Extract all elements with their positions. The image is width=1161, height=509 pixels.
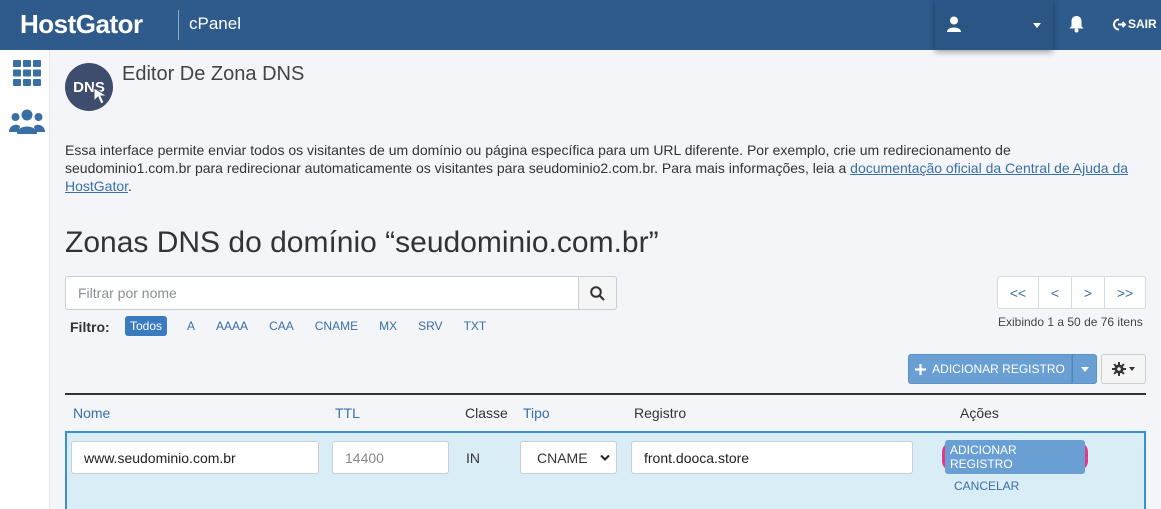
brand-divider [178,10,179,40]
add-record-label: ADICIONAR REGISTRO [932,362,1065,376]
users-icon[interactable] [9,108,45,138]
cancel-link[interactable]: CANCELAR [954,479,1019,493]
column-header-ttl[interactable]: TTL [335,405,360,421]
gear-icon [1112,362,1126,376]
plus-icon [915,363,927,375]
dns-app-icon: DNS [65,63,113,111]
column-header-name[interactable]: Nome [73,405,110,421]
chevron-down-icon [1033,23,1041,28]
logout-icon [1113,18,1126,30]
search-input[interactable] [65,276,578,310]
table-divider [65,393,1146,395]
page-description: Essa interface permite enviar todos os v… [65,141,1140,195]
column-header-type[interactable]: Tipo [523,405,550,421]
apps-grid-icon[interactable] [13,60,41,90]
description-end: . [128,178,132,194]
filter-list: Todos A AAAA CAA CNAME MX SRV TXT [125,316,497,336]
user-menu[interactable] [935,0,1053,50]
record-type-select[interactable]: CNAME [520,441,617,474]
filter-srv[interactable]: SRV [408,316,452,336]
filter-caa[interactable]: CAA [259,316,304,336]
search-icon [590,285,605,301]
column-header-class: Classe [465,405,508,421]
bell-icon[interactable] [1068,15,1085,37]
chevron-down-icon [1080,366,1089,372]
page-next-button[interactable]: > [1072,276,1105,309]
filter-a[interactable]: A [177,316,205,336]
save-record-button[interactable]: ADICIONAR REGISTRO [942,439,1088,474]
filter-all[interactable]: Todos [125,316,168,336]
save-record-label: ADICIONAR REGISTRO [945,439,1085,474]
column-header-record: Registro [634,405,687,421]
filter-label: Filtro: [70,319,110,335]
page-prev-button[interactable]: < [1039,276,1072,309]
logout-button[interactable]: SAIR [1113,17,1157,31]
record-ttl-input[interactable]: 14400 [332,441,449,474]
pagination-summary: Exibindo 1 a 50 de 76 itens [998,315,1143,329]
column-header-actions: Ações [960,405,999,421]
chevron-down-icon [600,454,610,461]
filter-cname[interactable]: CNAME [305,316,368,336]
search-button[interactable] [578,276,617,310]
zone-heading: Zonas DNS do domínio “seudominio.com.br” [65,226,659,259]
top-bar: HostGator cPanel SAIR [0,0,1161,50]
sidebar [0,50,50,509]
filter-txt[interactable]: TXT [454,316,497,336]
add-record-button[interactable]: ADICIONAR REGISTRO [908,354,1072,384]
pagination: << < > >> [997,276,1146,309]
record-value-input[interactable]: front.dooca.store [631,441,913,474]
chevron-down-icon [1129,367,1135,371]
settings-dropdown-button[interactable] [1101,354,1146,384]
pointer-icon [93,87,109,105]
filter-mx[interactable]: MX [369,316,407,336]
add-record-dropdown[interactable] [1072,354,1097,384]
brand-logo[interactable]: HostGator [20,9,143,40]
add-record-split-button: ADICIONAR REGISTRO [908,354,1097,384]
product-name: cPanel [189,14,241,33]
logout-label: SAIR [1128,17,1157,31]
page-first-button[interactable]: << [997,276,1039,309]
page-last-button[interactable]: >> [1105,276,1146,309]
record-class: IN [466,450,480,466]
filter-aaaa[interactable]: AAAA [206,316,258,336]
search-bar [65,276,617,310]
user-icon [947,16,961,36]
record-name-input[interactable]: www.seudominio.com.br [71,441,319,474]
page-title: Editor De Zona DNS [122,63,305,85]
record-type-value: CNAME [537,449,588,466]
